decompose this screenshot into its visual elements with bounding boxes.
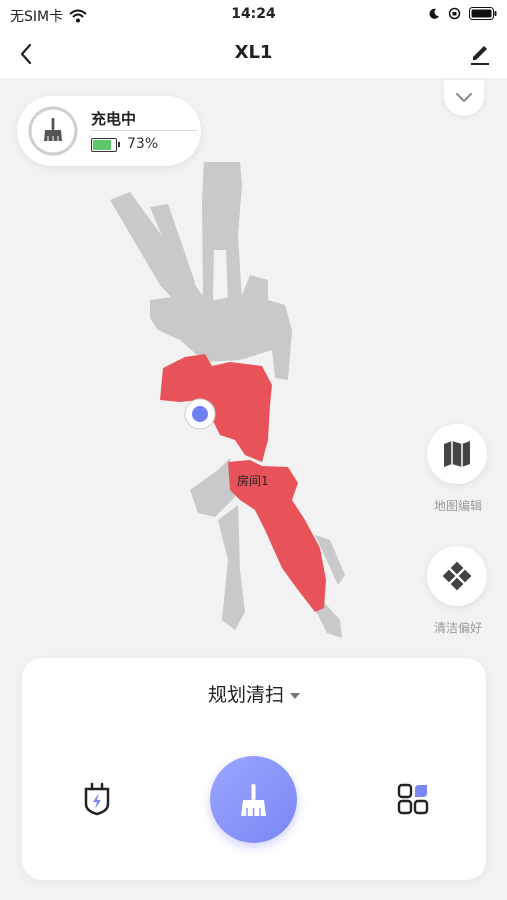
start-clean-button[interactable] (210, 756, 297, 843)
orientation-lock-icon (448, 7, 461, 20)
map-edit-button[interactable] (427, 424, 487, 484)
edit-button[interactable] (467, 40, 493, 68)
page-title: XL1 (234, 42, 273, 63)
control-panel: 规划清扫 (22, 658, 486, 880)
clean-mode-selector[interactable]: 规划清扫 (22, 680, 486, 707)
broom-icon (241, 784, 266, 816)
battery-fill (93, 140, 111, 150)
map-edit-label: 地图编辑 (433, 499, 482, 513)
charging-status-text: 充电中 (91, 110, 137, 128)
clean-preference-label: 清洁偏好 (433, 621, 482, 635)
status-bar: 无SIM卡 14:24 (0, 0, 507, 30)
clean-preference-button[interactable] (427, 546, 487, 606)
battery-icon (91, 138, 120, 152)
caret-down-icon (290, 692, 300, 699)
nav-bar: XL1 (0, 30, 507, 78)
robot-status-ring (28, 106, 78, 156)
battery-tip (118, 142, 120, 147)
map-icon (444, 441, 470, 467)
room-label[interactable]: 房间1 (237, 472, 269, 489)
chevron-down-icon (456, 93, 472, 103)
moon-icon (429, 8, 439, 19)
battery-status-icon (469, 7, 497, 20)
status-right (428, 7, 497, 20)
robot-marker (184, 398, 216, 430)
recharge-button[interactable] (78, 780, 116, 818)
battery-percent: 73% (127, 136, 159, 152)
preference-icon (442, 561, 472, 591)
pencil-icon (471, 46, 489, 65)
robot-status-card: 充电中 73% (17, 96, 201, 166)
status-divider (91, 130, 197, 131)
collapse-toggle-button[interactable] (444, 80, 484, 116)
room-select-button[interactable] (394, 780, 432, 818)
clean-mode-label: 规划清扫 (207, 684, 284, 706)
charging-dock-icon (84, 782, 110, 816)
rooms-grid-icon (397, 783, 429, 815)
